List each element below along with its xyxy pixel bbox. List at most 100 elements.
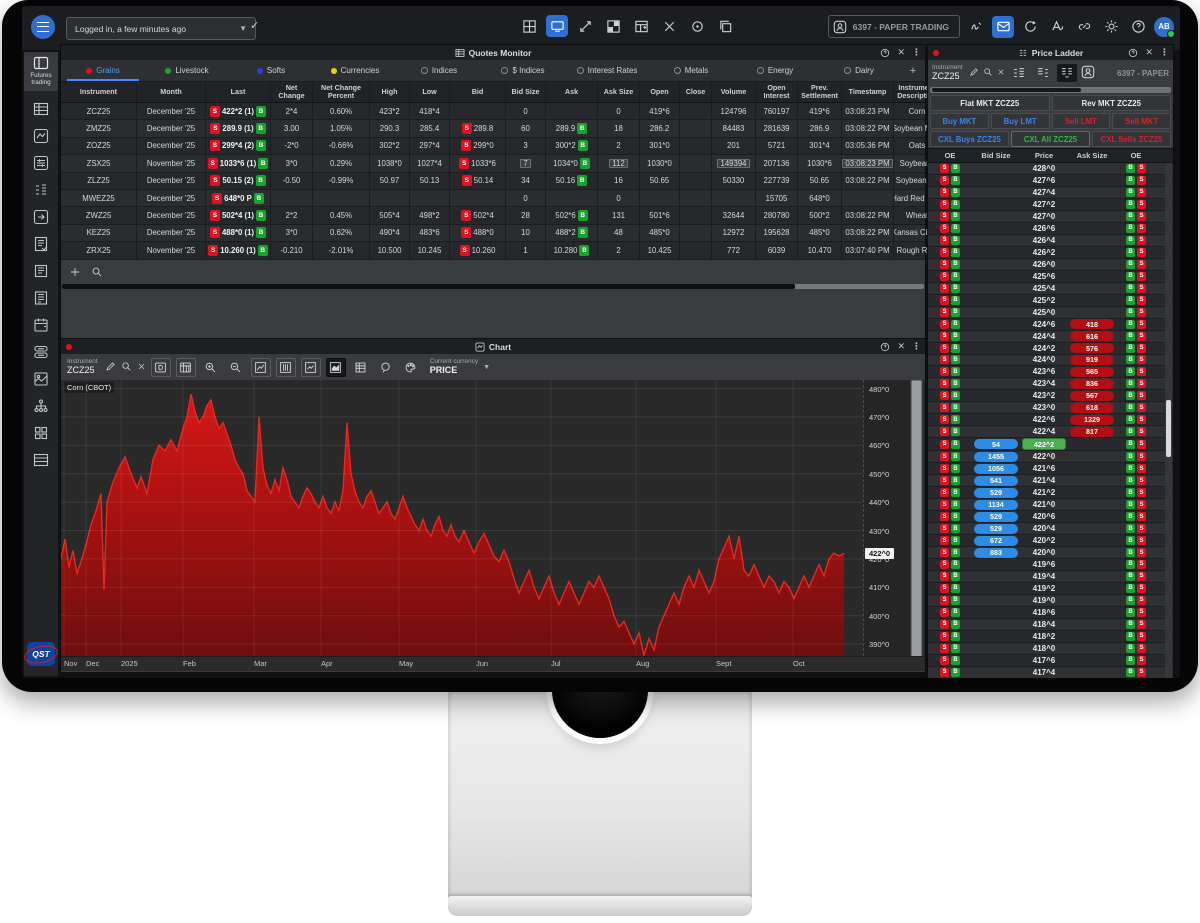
sell-badge[interactable]: S <box>1137 188 1146 197</box>
cell-volume[interactable]: 124796 <box>712 103 756 119</box>
cell-open[interactable]: 301*0 <box>640 138 680 154</box>
cell-bid[interactable]: S502*4 <box>450 207 506 223</box>
sell-badge[interactable]: S <box>940 355 949 364</box>
ladder-row[interactable]: SB428^0BS <box>928 163 1173 175</box>
buy-badge[interactable]: B <box>951 188 960 197</box>
sidebar-quotes-monitor-icon[interactable] <box>28 97 54 121</box>
ask-size-cell[interactable]: 919 <box>1068 355 1116 365</box>
oe-right-cell[interactable]: BS <box>1116 391 1156 400</box>
cell-bid[interactable] <box>450 190 506 206</box>
cell-instrument[interactable]: MWEZ25 <box>61 190 137 206</box>
ladder-row[interactable]: SB418^0BS <box>928 643 1173 655</box>
chart-type-candle-button[interactable] <box>301 358 321 377</box>
cell-open[interactable]: 10.425 <box>640 242 680 258</box>
buy-badge[interactable]: B <box>951 512 960 521</box>
ladder-row[interactable]: SB423^2567BS <box>928 390 1173 402</box>
zoom-in-icon[interactable] <box>201 358 221 377</box>
oe-right-cell[interactable]: BS <box>1116 536 1156 545</box>
cell-close[interactable] <box>680 155 712 171</box>
oe-left-cell[interactable]: SB <box>928 608 972 617</box>
ask-size-cell[interactable]: 565 <box>1068 367 1116 377</box>
sidebar-hierarchy-icon[interactable] <box>28 394 54 418</box>
buy-badge[interactable]: B <box>1126 512 1135 521</box>
sell-badge[interactable]: S <box>1137 248 1146 257</box>
oe-right-cell[interactable]: BS <box>1116 248 1156 257</box>
cell-netpct[interactable]: 0.29% <box>313 155 370 171</box>
sell-badge[interactable]: S <box>940 284 949 293</box>
price-cell[interactable]: 423^4 <box>1020 379 1068 388</box>
oe-left-cell[interactable]: SB <box>928 200 972 209</box>
sell-badge[interactable]: S <box>940 200 949 209</box>
tab-interest-rates[interactable]: Interest Rates <box>565 60 649 81</box>
oe-right-cell[interactable]: BS <box>1116 200 1156 209</box>
ask-size-chip[interactable]: 618 <box>1070 403 1114 413</box>
sell-badge[interactable]: S <box>1137 500 1146 509</box>
oe-left-cell[interactable]: SB <box>928 164 972 173</box>
ladder-mode-3-button[interactable] <box>1057 64 1077 82</box>
oe-left-cell[interactable]: SB <box>928 224 972 233</box>
sell-badge[interactable]: S <box>1137 596 1146 605</box>
sell-badge[interactable]: S <box>1137 427 1146 436</box>
cell-oi[interactable]: 281639 <box>756 120 798 136</box>
buy-badge[interactable]: B <box>1126 212 1135 221</box>
sell-badge[interactable]: S <box>210 175 220 186</box>
price-cell[interactable]: 427^4 <box>1020 188 1068 197</box>
currency-selector[interactable]: Current currency PRICE ▼ <box>430 358 490 375</box>
buy-badge[interactable]: B <box>1126 440 1135 449</box>
sell-mkt-button[interactable]: Sell MKT <box>1112 113 1171 129</box>
cell-bid[interactable] <box>450 103 506 119</box>
buy-badge[interactable]: B <box>951 296 960 305</box>
sell-badge[interactable]: S <box>462 123 472 134</box>
cell-close[interactable] <box>680 242 712 258</box>
sidebar-account-statement-icon[interactable] <box>28 259 54 283</box>
cell-time[interactable]: 03:08:23 PM <box>842 155 894 171</box>
price-cell[interactable]: 418^2 <box>1020 632 1068 641</box>
cell-ask[interactable]: 502*6B <box>546 207 598 223</box>
sell-badge[interactable]: S <box>940 415 949 424</box>
column-header-low[interactable]: Low <box>410 82 450 102</box>
split-layout-icon[interactable] <box>602 15 624 37</box>
ladder-row[interactable]: SB54422^2BS <box>928 438 1173 451</box>
table-row[interactable]: ZLZ25December '25S50.15 (2)B-0.50-0.99%5… <box>61 173 925 190</box>
cell-bidsize[interactable]: 7 <box>506 155 546 171</box>
sell-badge[interactable]: S <box>1137 488 1146 497</box>
cell-close[interactable] <box>680 173 712 189</box>
cell-month[interactable]: December '25 <box>137 120 206 136</box>
bid-size-cell[interactable]: 672 <box>972 536 1020 546</box>
buy-badge[interactable]: B <box>1126 500 1135 509</box>
sell-badge[interactable]: S <box>940 644 949 653</box>
buy-badge[interactable]: B <box>256 140 266 151</box>
sell-badge[interactable]: S <box>1137 403 1146 412</box>
bid-size-chip[interactable]: 1455 <box>974 452 1018 462</box>
sell-badge[interactable]: S <box>940 332 949 341</box>
sell-badge[interactable]: S <box>940 632 949 641</box>
ask-size-chip[interactable]: 1329 <box>1070 415 1114 425</box>
cell-time[interactable]: 03:08:23 PM <box>842 103 894 119</box>
screen-icon[interactable] <box>546 15 568 37</box>
price-cell[interactable]: 420^2 <box>1020 536 1068 545</box>
buy-lmt-button[interactable]: Buy LMT <box>991 113 1050 129</box>
price-cell[interactable]: 426^0 <box>1020 260 1068 269</box>
sell-badge[interactable]: S <box>1137 260 1146 269</box>
ladder-row[interactable]: SB419^0BS <box>928 595 1173 607</box>
cell-instrument[interactable]: ZRX25 <box>61 242 137 258</box>
ladder-row[interactable]: SB426^0BS <box>928 259 1173 271</box>
clear-icon[interactable] <box>137 362 146 373</box>
sell-badge[interactable]: S <box>940 524 949 533</box>
price-cell[interactable]: 417^6 <box>1020 656 1068 665</box>
sell-badge[interactable]: S <box>210 106 220 117</box>
price-cell[interactable]: 425^6 <box>1020 272 1068 281</box>
buy-badge[interactable]: B <box>1126 620 1135 629</box>
oe-right-cell[interactable]: BS <box>1116 260 1156 269</box>
quotes-horizontal-scrollbar[interactable] <box>62 284 924 289</box>
edit-instrument-icon[interactable] <box>969 67 979 79</box>
oe-left-cell[interactable]: SB <box>928 308 972 317</box>
price-cell[interactable]: 421^4 <box>1020 476 1068 485</box>
bid-size-cell[interactable]: 883 <box>972 548 1020 558</box>
buy-badge[interactable]: B <box>951 668 960 677</box>
cell-bidsize[interactable]: 1 <box>506 242 546 258</box>
oe-right-cell[interactable]: BS <box>1116 332 1156 341</box>
price-cell[interactable]: 424^4 <box>1020 332 1068 341</box>
oe-right-cell[interactable]: BS <box>1116 584 1156 593</box>
table-row[interactable]: ZOZ25December '25S299*4 (2)B-2*0-0.66%30… <box>61 138 925 155</box>
